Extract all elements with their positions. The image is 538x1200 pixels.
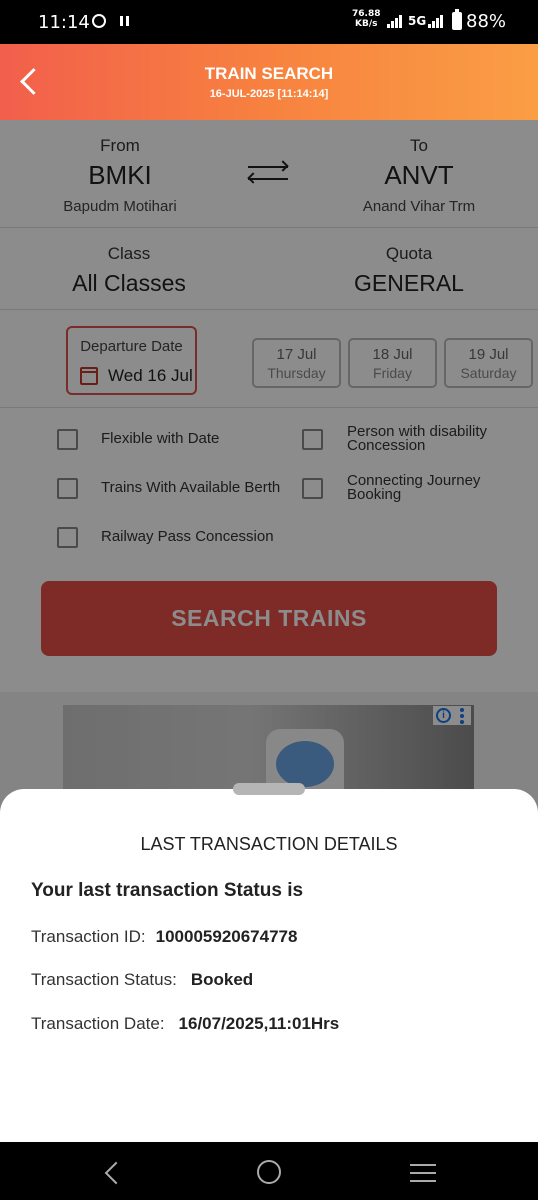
- sheet-title: LAST TRANSACTION DETAILS: [140, 834, 398, 854]
- transaction-date-label: Transaction Date:: [31, 1014, 165, 1033]
- last-transaction-sheet: LAST TRANSACTION DETAILS Your last trans…: [0, 783, 538, 1142]
- transaction-status-row: Transaction Status: Booked: [31, 970, 253, 990]
- sheet-drag-handle[interactable]: [233, 783, 305, 795]
- status-bar: 11:14 76.88 KB/s 5G 88%: [0, 0, 538, 44]
- page-title: TRAIN SEARCH: [204, 64, 334, 83]
- app-header: TRAIN SEARCH 16-JUL-2025 [11:14:14]: [0, 44, 538, 120]
- network-speed-value: 76.88: [352, 9, 381, 19]
- transaction-date-row: Transaction Date: 16/07/2025,11:01Hrs: [31, 1014, 339, 1034]
- nav-home-icon[interactable]: [257, 1160, 281, 1184]
- network-speed: 76.88 KB/s: [352, 9, 380, 29]
- signal-icon: [387, 14, 403, 28]
- network-speed-unit: KB/s: [354, 19, 378, 29]
- transaction-date-value: 16/07/2025,11:01Hrs: [178, 1014, 340, 1033]
- battery-level: 88%: [466, 11, 507, 32]
- transaction-id-value: 100005920674778: [155, 927, 298, 946]
- transaction-status-label: Transaction Status:: [31, 970, 177, 989]
- sheet-heading: Your last transaction Status is: [31, 880, 304, 901]
- system-nav-bar: [0, 1142, 538, 1200]
- battery-icon: [452, 9, 462, 30]
- transaction-status-value: Booked: [190, 970, 254, 989]
- transaction-id-label: Transaction ID:: [31, 927, 146, 946]
- network-type: 5G: [408, 14, 427, 28]
- nav-back-icon[interactable]: [98, 1158, 128, 1188]
- pause-icon: [120, 16, 130, 26]
- status-time: 11:14: [38, 12, 90, 33]
- signal-icon-2: [428, 14, 444, 28]
- page-subtitle: 16-JUL-2025 [11:14:14]: [209, 88, 329, 100]
- notification-app-icon: [92, 14, 106, 28]
- transaction-id-row: Transaction ID: 100005920674778: [31, 927, 297, 947]
- nav-recents-icon[interactable]: [410, 1162, 436, 1182]
